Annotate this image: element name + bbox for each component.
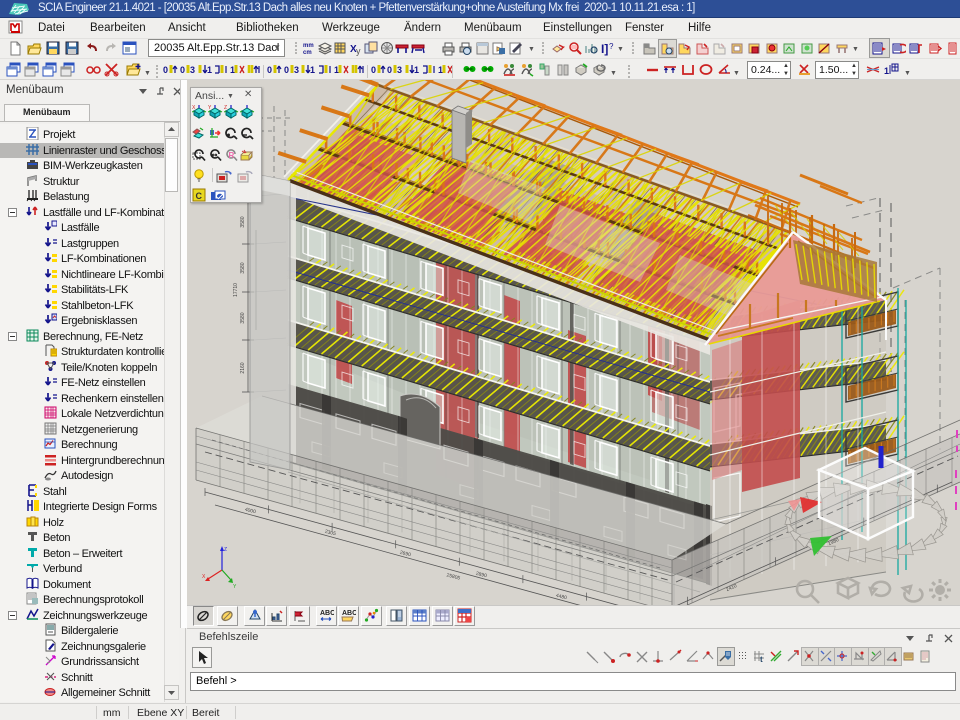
svg-text:y: y <box>356 46 361 56</box>
svg-text:mm: mm <box>303 43 314 49</box>
svg-text:I]: I] <box>601 42 608 56</box>
svg-text:3580: 3580 <box>240 262 246 273</box>
svg-text:0: 0 <box>163 65 168 75</box>
svg-text:0: 0 <box>267 65 272 75</box>
svg-text:ABC: ABC <box>320 610 334 617</box>
svg-text:2160: 2160 <box>240 362 246 373</box>
svg-text:25805: 25805 <box>446 572 461 581</box>
svg-text:1: 1 <box>414 65 419 75</box>
svg-text:0: 0 <box>371 65 376 75</box>
svg-text:1: 1 <box>438 65 443 75</box>
svg-text:C: C <box>196 191 203 201</box>
svg-text:1: 1 <box>310 65 315 75</box>
svg-text:2305: 2305 <box>324 529 336 538</box>
svg-text:t: t <box>760 655 763 664</box>
svg-text:3580: 3580 <box>240 216 246 227</box>
svg-text:0: 0 <box>284 65 289 75</box>
svg-text:17710: 17710 <box>233 283 239 297</box>
svg-text:ABC: ABC <box>342 610 356 617</box>
svg-text:Y: Y <box>233 584 237 590</box>
svg-text:X: X <box>202 574 206 580</box>
svg-text:1: 1 <box>207 65 212 75</box>
svg-text:0: 0 <box>180 65 185 75</box>
svg-text:?: ? <box>609 42 614 51</box>
svg-text:1: 1 <box>334 65 339 75</box>
svg-text:1: 1 <box>230 65 235 75</box>
svg-text:3: 3 <box>397 65 402 75</box>
svg-text:Z: Z <box>224 547 227 553</box>
svg-text:2690: 2690 <box>399 550 411 559</box>
svg-text:3: 3 <box>294 65 299 75</box>
svg-text:3580: 3580 <box>240 312 246 323</box>
svg-text:cm: cm <box>303 50 312 56</box>
svg-text:R: R <box>229 151 235 160</box>
svg-text:2890: 2890 <box>475 571 487 580</box>
svg-text:0: 0 <box>387 65 392 75</box>
svg-text:3: 3 <box>190 65 195 75</box>
svg-text:4480: 4480 <box>555 593 567 602</box>
svg-text:1: 1 <box>884 66 889 76</box>
svg-text:4000: 4000 <box>244 507 256 516</box>
